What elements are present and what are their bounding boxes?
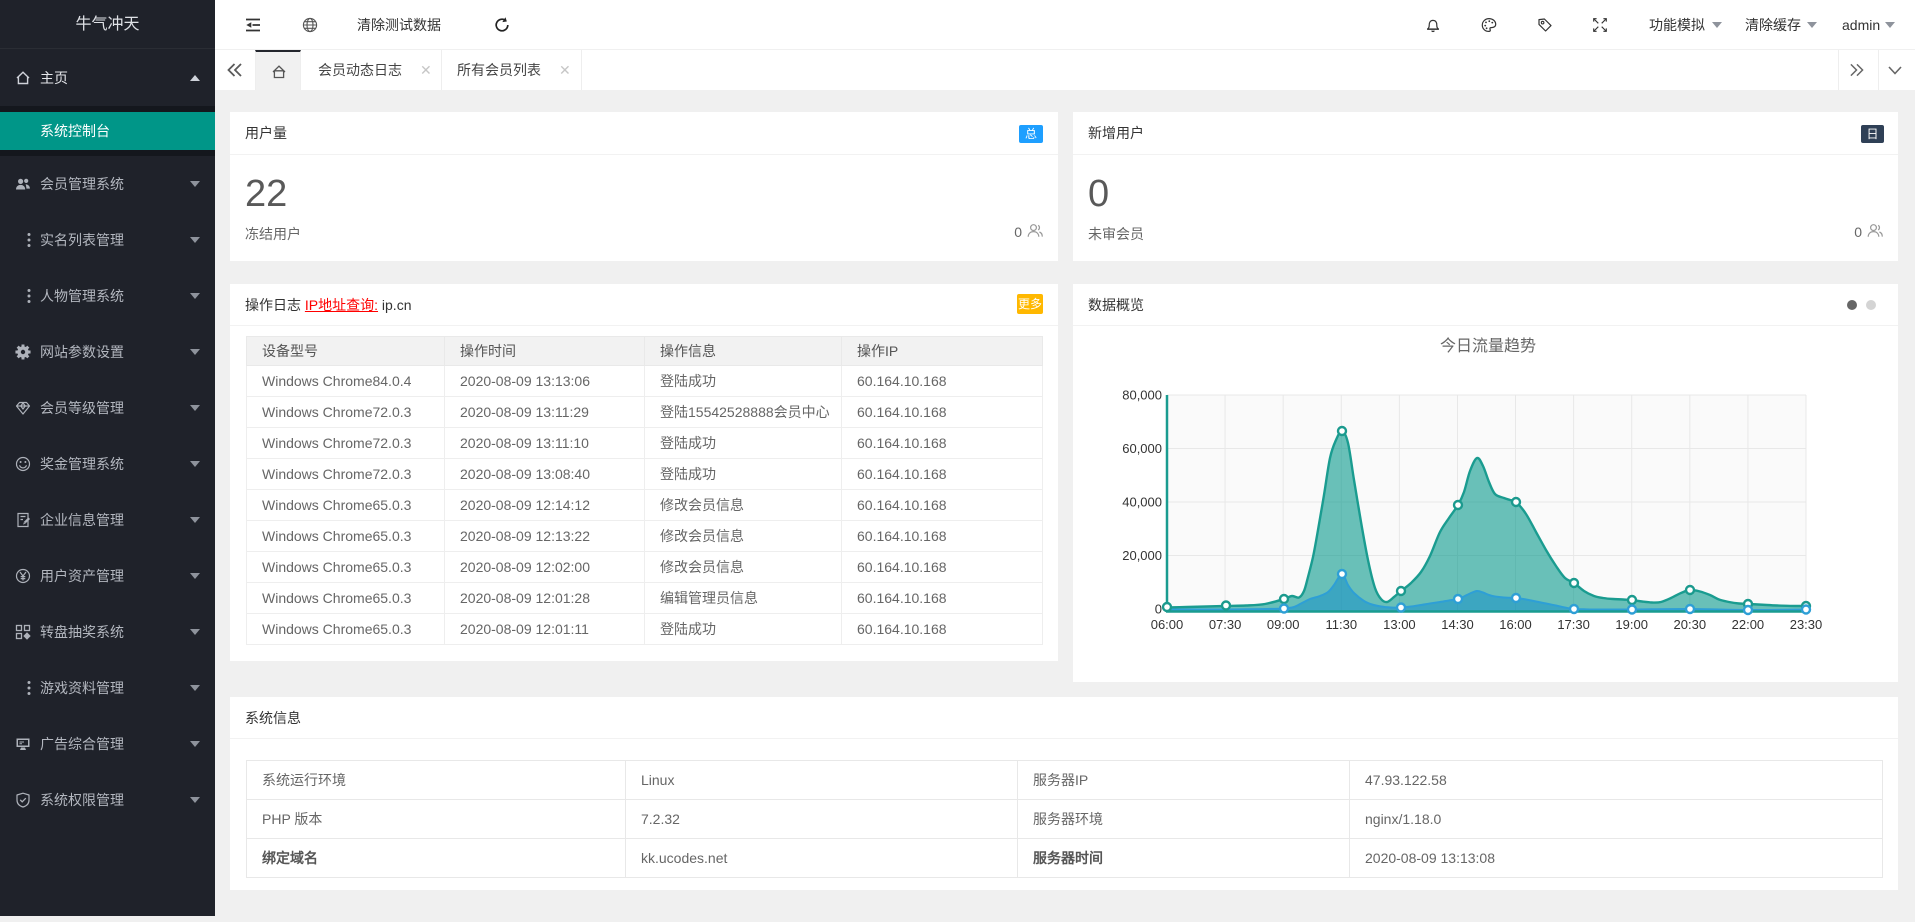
svg-text:60,000: 60,000	[1122, 441, 1162, 456]
svg-text:22:00: 22:00	[1732, 617, 1765, 632]
svg-text:20,000: 20,000	[1122, 548, 1162, 563]
svg-text:09:00: 09:00	[1267, 617, 1300, 632]
svg-text:20:30: 20:30	[1674, 617, 1707, 632]
svg-text:80,000: 80,000	[1122, 388, 1162, 403]
svg-text:11:30: 11:30	[1326, 617, 1358, 632]
svg-text:14:30: 14:30	[1441, 617, 1474, 632]
svg-text:17:30: 17:30	[1557, 617, 1590, 632]
svg-text:19:00: 19:00	[1615, 617, 1648, 632]
svg-text:今日流量趋势: 今日流量趋势	[1440, 337, 1536, 355]
svg-text:06:00: 06:00	[1151, 617, 1184, 632]
svg-text:16:00: 16:00	[1499, 617, 1532, 632]
svg-text:07:30: 07:30	[1209, 617, 1242, 632]
svg-text:13:00: 13:00	[1383, 617, 1416, 632]
svg-text:40,000: 40,000	[1122, 495, 1162, 510]
svg-text:23:30: 23:30	[1790, 617, 1823, 632]
svg-text:0: 0	[1155, 602, 1162, 617]
